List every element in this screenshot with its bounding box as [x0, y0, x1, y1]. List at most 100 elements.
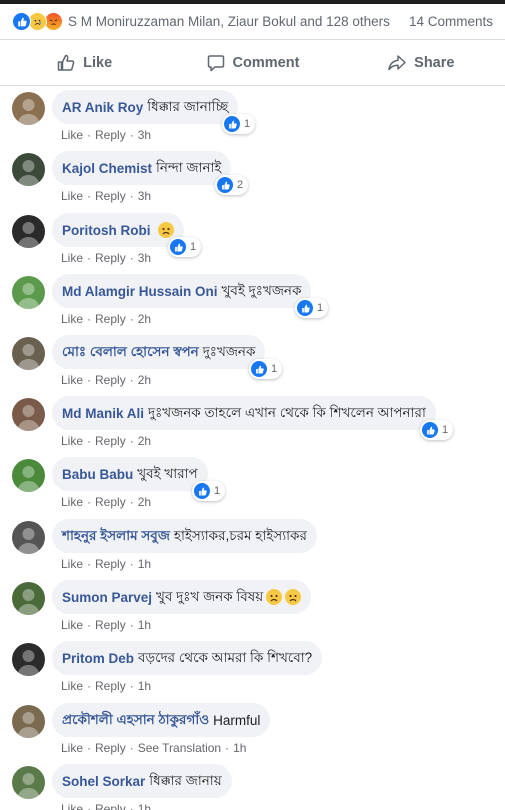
like-link[interactable]: Like	[61, 312, 83, 326]
comment-text: খুব দুঃখ জনক বিষয়	[156, 588, 264, 604]
commenter-name[interactable]: Md Alamgir Hussain Oni	[62, 284, 218, 299]
comment-item: প্রকৌশলী এহসান ঠাকুরগাঁও Harmful Like · Repl…	[0, 699, 505, 760]
like-count: 2	[237, 179, 244, 191]
reply-link[interactable]: Reply	[95, 434, 126, 448]
reply-link[interactable]: Reply	[95, 312, 126, 326]
commenter-name[interactable]: AR Anik Roy	[62, 100, 143, 115]
commenter-name[interactable]: মোঃ বেলাল হোসেন স্বপন	[62, 341, 199, 364]
comment-item: শাহনুর ইসলাম সবুজ হাইস্যাকর,চরম হাইস্যাকর…	[0, 515, 505, 576]
like-button[interactable]: Like	[0, 53, 168, 73]
sad-emoji-icon	[266, 589, 283, 605]
separator-dot: ·	[87, 679, 92, 693]
like-icon	[297, 300, 313, 316]
reply-link[interactable]: Reply	[95, 251, 126, 265]
separator-dot: ·	[129, 189, 134, 203]
comment-item: Md Manik Ali দুঃখজনক তাহলে এখান থেকে কি শ…	[0, 392, 505, 453]
comment-like-count[interactable]: 1	[249, 359, 283, 379]
like-icon	[251, 361, 267, 377]
comment-meta: Like · Reply · 2h	[61, 495, 151, 509]
comment-meta: Like · Reply · 1h	[61, 679, 151, 693]
reply-link[interactable]: Reply	[95, 189, 126, 203]
separator-dot: ·	[129, 741, 134, 755]
sad-emoji-icon	[157, 222, 174, 238]
like-link[interactable]: Like	[61, 557, 83, 571]
commenter-name[interactable]: Pritom Deb	[62, 651, 134, 666]
commenter-name[interactable]: Kajol Chemist	[62, 161, 152, 176]
comment-bubble: Sohel Sorkar ধিক্কার জানায়	[52, 764, 232, 798]
like-link[interactable]: Like	[61, 128, 83, 142]
reply-link[interactable]: Reply	[95, 557, 126, 571]
comment-text: নিন্দা জানাই	[156, 159, 222, 175]
reply-link[interactable]: Reply	[95, 373, 126, 387]
separator-dot: ·	[129, 312, 134, 326]
comment-button[interactable]: Comment	[168, 53, 336, 73]
comment-item: মোঃ বেলাল হোসেন স্বপন দুঃখজনক Like · Reply · 2…	[0, 331, 505, 392]
reply-link[interactable]: Reply	[95, 618, 126, 632]
avatar[interactable]	[12, 582, 45, 615]
sad-emoji-icon	[285, 589, 302, 605]
share-icon	[388, 54, 406, 70]
like-link[interactable]: Like	[61, 495, 83, 509]
reply-link[interactable]: Reply	[95, 128, 126, 142]
comment-text: খুবই দুঃখজনক	[221, 282, 302, 298]
comment-time: 1h	[233, 741, 247, 755]
avatar[interactable]	[12, 398, 45, 431]
commenter-name[interactable]: Sohel Sorkar	[62, 774, 145, 789]
comments-count[interactable]: 14 Comments	[409, 14, 493, 29]
see-translation-link[interactable]: See Translation	[138, 741, 221, 755]
like-link[interactable]: Like	[61, 373, 83, 387]
commenter-name[interactable]: Babu Babu	[62, 467, 133, 482]
commenter-name[interactable]: Poritosh Robi	[62, 223, 151, 238]
avatar[interactable]	[12, 215, 45, 248]
comment-text: দুঃখজনক তাহলে এখান থেকে কি শিখলেন আপনারা	[148, 404, 426, 420]
avatar[interactable]	[12, 337, 45, 370]
avatar[interactable]	[12, 705, 45, 738]
reply-link[interactable]: Reply	[95, 495, 126, 509]
like-link[interactable]: Like	[61, 741, 83, 755]
reactors-text[interactable]: S M Moniruzzaman Milan, Ziaur Bokul and …	[68, 14, 390, 29]
avatar[interactable]	[12, 766, 45, 799]
like-link[interactable]: Like	[61, 189, 83, 203]
separator-dot: ·	[87, 495, 92, 509]
comment-label: Comment	[232, 54, 300, 71]
reply-link[interactable]: Reply	[95, 679, 126, 693]
separator-dot: ·	[87, 312, 92, 326]
commenter-name[interactable]: শাহনুর ইসলাম সবুজ	[62, 525, 170, 548]
like-link[interactable]: Like	[61, 679, 83, 693]
reactions-summary[interactable]: S M Moniruzzaman Milan, Ziaur Bokul and …	[0, 4, 505, 40]
like-link[interactable]: Like	[61, 434, 83, 448]
avatar[interactable]	[12, 276, 45, 309]
avatar[interactable]	[12, 92, 45, 125]
comment-text: ধিক্কার জানাচ্ছি	[147, 98, 229, 114]
separator-dot: ·	[129, 373, 134, 387]
separator-dot: ·	[87, 189, 92, 203]
like-link[interactable]: Like	[61, 802, 83, 810]
avatar[interactable]	[12, 643, 45, 676]
like-link[interactable]: Like	[61, 618, 83, 632]
commenter-name[interactable]: Md Manik Ali	[62, 406, 144, 421]
avatar[interactable]	[12, 153, 45, 186]
reply-link[interactable]: Reply	[95, 741, 126, 755]
reply-link[interactable]: Reply	[95, 802, 126, 810]
avatar[interactable]	[12, 521, 45, 554]
comment-bubble: মোঃ বেলাল হোসেন স্বপন দুঃখজনক	[52, 335, 266, 369]
reaction-icons[interactable]	[12, 12, 63, 31]
comment-item: Babu Babu খুবই খারাপ Like · Reply · 2h 1	[0, 453, 505, 514]
comment-meta: Like · Reply · 3h	[61, 189, 151, 203]
comment-like-count[interactable]: 1	[295, 298, 329, 318]
like-link[interactable]: Like	[61, 251, 83, 265]
avatar[interactable]	[12, 459, 45, 492]
comment-like-count[interactable]: 1	[420, 420, 454, 440]
commenter-name[interactable]: Sumon Parvej	[62, 590, 152, 605]
comment-meta: Like · Reply · 1h	[61, 618, 151, 632]
like-count: 1	[442, 424, 449, 436]
comment-meta: Like · Reply · 2h	[61, 434, 151, 448]
comment-like-count[interactable]: 1	[222, 114, 256, 134]
commenter-name[interactable]: প্রকৌশলী এহসান ঠাকুরগাঁও	[62, 709, 209, 732]
separator-dot: ·	[129, 557, 134, 571]
comment-like-count[interactable]: 1	[168, 237, 202, 257]
comment-like-count[interactable]: 1	[192, 481, 226, 501]
share-button[interactable]: Share	[337, 53, 505, 73]
comment-like-count[interactable]: 2	[215, 175, 249, 195]
separator-dot: ·	[129, 128, 134, 142]
